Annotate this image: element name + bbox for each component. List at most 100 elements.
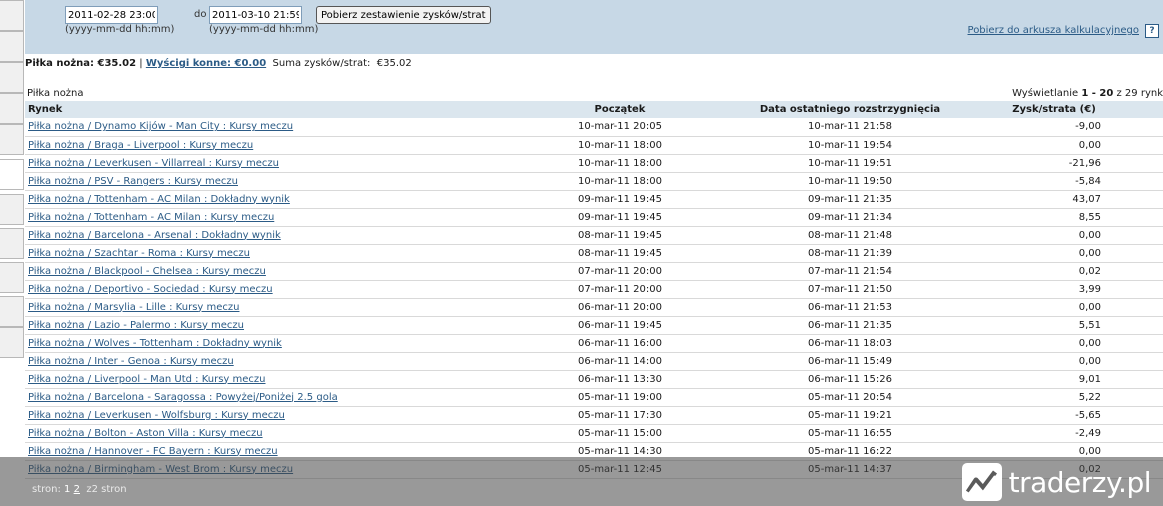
settled-time-cell: 05-mar-11 16:55 (755, 424, 945, 443)
pagination-page-link[interactable]: 2 (74, 484, 80, 495)
market-link[interactable]: Piłka nożna / Hannover - FC Bayern : Kur… (28, 446, 278, 457)
settled-time-cell: 09-mar-11 21:35 (755, 190, 945, 209)
profit-loss-cell: 5,51 (945, 316, 1163, 335)
start-time-cell: 05-mar-11 19:00 (485, 388, 755, 407)
header-settled[interactable]: Data ostatniego rozstrzygnięcia (755, 101, 945, 118)
left-tab[interactable] (0, 262, 24, 293)
horse-racing-link[interactable]: Wyścigi konne: €0.00 (146, 58, 266, 69)
market-link[interactable]: Piłka nożna / Leverkusen - Villarreal : … (28, 158, 279, 169)
start-time-cell: 06-mar-11 13:30 (485, 370, 755, 389)
left-tab-active[interactable] (0, 159, 24, 190)
profit-loss-cell: 0,02 (945, 262, 1163, 281)
market-link[interactable]: Piłka nożna / Marsylia - Lille : Kursy m… (28, 302, 239, 313)
table-row: Piłka nożna / Lazio - Palermo : Kursy me… (25, 316, 1163, 335)
table-row: Piłka nożna / Inter - Genoa : Kursy mecz… (25, 352, 1163, 371)
table-row: Piłka nożna / Marsylia - Lille : Kursy m… (25, 298, 1163, 317)
left-tab[interactable] (0, 62, 24, 93)
settled-time-cell: 10-mar-11 19:54 (755, 136, 945, 155)
start-time-cell: 07-mar-11 20:00 (485, 262, 755, 281)
market-cell: Piłka nożna / Tottenham - AC Milan : Dok… (25, 190, 485, 209)
market-link[interactable]: Piłka nożna / Leverkusen - Wolfsburg : K… (28, 410, 285, 421)
start-time-cell: 06-mar-11 20:00 (485, 298, 755, 317)
help-icon[interactable]: ? (1145, 24, 1159, 38)
header-market[interactable]: Rynek (25, 101, 485, 118)
market-link[interactable]: Piłka nożna / Szachtar - Roma : Kursy me… (28, 248, 250, 259)
profit-loss-cell: 0,00 (945, 226, 1163, 245)
market-link[interactable]: Piłka nożna / Liverpool - Man Utd : Kurs… (28, 374, 266, 385)
filter-panel: (yyyy-mm-dd hh:mm) do (yyyy-mm-dd hh:mm)… (25, 0, 1163, 54)
table-row: Piłka nożna / Leverkusen - Villarreal : … (25, 154, 1163, 173)
market-link[interactable]: Piłka nożna / Tottenham - AC Milan : Dok… (28, 194, 290, 205)
profit-loss-cell: -21,96 (945, 154, 1163, 173)
settled-time-cell: 06-mar-11 15:49 (755, 352, 945, 371)
market-link[interactable]: Piłka nożna / Lazio - Palermo : Kursy me… (28, 320, 244, 331)
left-tab[interactable] (0, 194, 24, 225)
market-link[interactable]: Piłka nożna / PSV - Rangers : Kursy mecz… (28, 176, 238, 187)
table-row: Piłka nożna / Leverkusen - Wolfsburg : K… (25, 406, 1163, 425)
market-link[interactable]: Piłka nożna / Deportivo - Sociedad : Kur… (28, 284, 273, 295)
market-cell: Piłka nożna / PSV - Rangers : Kursy mecz… (25, 172, 485, 191)
market-cell: Piłka nożna / Braga - Liverpool : Kursy … (25, 136, 485, 155)
settled-time-cell: 06-mar-11 21:53 (755, 298, 945, 317)
date-from-input[interactable] (65, 6, 158, 24)
settled-time-cell: 06-mar-11 21:35 (755, 316, 945, 335)
market-link[interactable]: Piłka nożna / Braga - Liverpool : Kursy … (28, 140, 253, 151)
left-tab[interactable] (0, 93, 24, 124)
market-link[interactable]: Piłka nożna / Tottenham - AC Milan : Kur… (28, 212, 274, 223)
left-tab[interactable] (0, 228, 24, 259)
settled-time-cell: 10-mar-11 21:58 (755, 118, 945, 137)
settled-time-cell: 05-mar-11 20:54 (755, 388, 945, 407)
start-time-cell: 09-mar-11 19:45 (485, 190, 755, 209)
table-row: Piłka nożna / Barcelona - Arsenal : Dokł… (25, 226, 1163, 245)
settled-time-cell: 10-mar-11 19:51 (755, 154, 945, 173)
market-cell: Piłka nożna / Lazio - Palermo : Kursy me… (25, 316, 485, 335)
market-cell: Piłka nożna / Tottenham - AC Milan : Kur… (25, 208, 485, 227)
profit-loss-cell: 8,55 (945, 208, 1163, 227)
total-label: Suma zysków/strat: (272, 58, 371, 69)
total-value: €35.02 (376, 58, 412, 69)
left-tab[interactable] (0, 327, 24, 358)
download-spreadsheet-link[interactable]: Pobierz do arkusza kalkulacyjnego (968, 25, 1139, 36)
table-row: Piłka nożna / Bolton - Aston Villa : Kur… (25, 424, 1163, 443)
fetch-report-button[interactable]: Pobierz zestawienie zysków/strat (316, 6, 491, 24)
profit-loss-cell: 0,00 (945, 244, 1163, 263)
start-time-cell: 10-mar-11 18:00 (485, 154, 755, 173)
start-time-cell: 09-mar-11 19:45 (485, 208, 755, 227)
profit-loss-cell: 5,22 (945, 388, 1163, 407)
table-row: Piłka nożna / PSV - Rangers : Kursy mecz… (25, 172, 1163, 191)
date-to-hint: (yyyy-mm-dd hh:mm) (209, 24, 319, 35)
results-count-suffix: z 29 rynk (1116, 88, 1163, 99)
market-link[interactable]: Piłka nożna / Bolton - Aston Villa : Kur… (28, 428, 263, 439)
left-tab[interactable] (0, 31, 24, 62)
profit-loss-cell: -2,49 (945, 424, 1163, 443)
profit-loss-cell: 43,07 (945, 190, 1163, 209)
pagination-total: z2 stron (86, 484, 127, 495)
market-cell: Piłka nożna / Leverkusen - Villarreal : … (25, 154, 485, 173)
start-time-cell: 10-mar-11 18:00 (485, 172, 755, 191)
profit-loss-cell: 0,00 (945, 334, 1163, 353)
market-cell: Piłka nożna / Inter - Genoa : Kursy mecz… (25, 352, 485, 371)
header-profit-loss[interactable]: Zysk/strata (€) (945, 101, 1163, 118)
market-link[interactable]: Piłka nożna / Inter - Genoa : Kursy mecz… (28, 356, 234, 367)
left-tab[interactable] (0, 0, 24, 31)
market-link[interactable]: Piłka nożna / Barcelona - Arsenal : Dokł… (28, 230, 281, 241)
table-row: Piłka nożna / Dynamo Kijów - Man City : … (25, 118, 1163, 137)
settled-time-cell: 08-mar-11 21:39 (755, 244, 945, 263)
market-link[interactable]: Piłka nożna / Barcelona - Saragossa : Po… (28, 392, 338, 403)
market-cell: Piłka nożna / Barcelona - Saragossa : Po… (25, 388, 485, 407)
start-time-cell: 10-mar-11 18:00 (485, 136, 755, 155)
market-link[interactable]: Piłka nożna / Wolves - Tottenham : Dokła… (28, 338, 282, 349)
market-link[interactable]: Piłka nożna / Blackpool - Chelsea : Kurs… (28, 266, 266, 277)
left-tab[interactable] (0, 296, 24, 327)
left-tab[interactable] (0, 124, 24, 155)
table-row: Piłka nożna / Szachtar - Roma : Kursy me… (25, 244, 1163, 263)
header-start[interactable]: Początek (485, 101, 755, 118)
traderzy-logo-icon (961, 463, 1002, 501)
profit-loss-cell: -9,00 (945, 118, 1163, 137)
settled-time-cell: 06-mar-11 15:26 (755, 370, 945, 389)
date-to-input[interactable] (209, 6, 302, 24)
settled-time-cell: 09-mar-11 21:34 (755, 208, 945, 227)
profit-loss-cell: 0,00 (945, 136, 1163, 155)
market-link[interactable]: Piłka nożna / Dynamo Kijów - Man City : … (28, 121, 293, 132)
pagination: stron: 1 2 z2 stron (32, 484, 127, 495)
